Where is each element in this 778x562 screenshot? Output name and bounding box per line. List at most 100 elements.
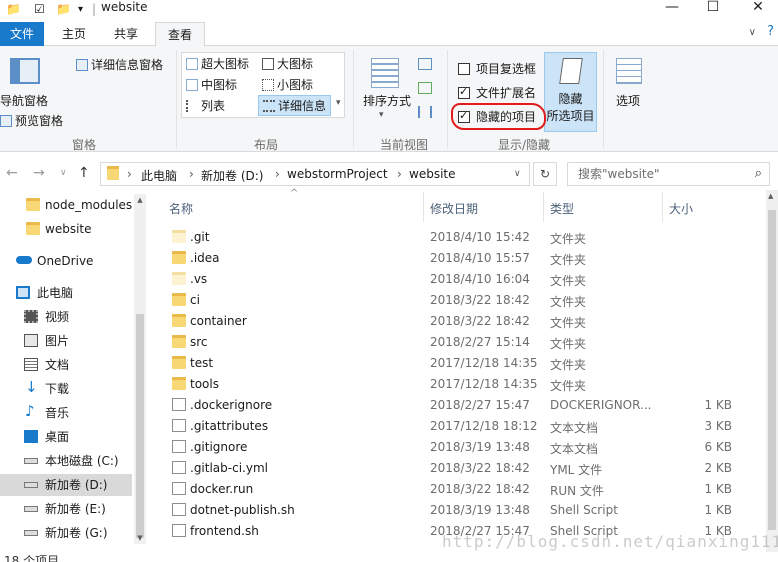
layout-details[interactable]: 详细信息: [258, 95, 332, 116]
nav-item-website[interactable]: website: [0, 218, 132, 240]
nav-item-downloads[interactable]: ↓ 下载: [0, 378, 132, 400]
search-box[interactable]: ⌕: [567, 162, 770, 186]
scroll-up-icon[interactable]: ▲: [768, 192, 773, 200]
layout-medium-icons[interactable]: 中图标: [186, 76, 237, 93]
file-list-scrollbar[interactable]: ▲: [766, 190, 778, 552]
file-name: docker.run: [190, 482, 254, 496]
column-divider[interactable]: [543, 192, 544, 222]
table-row[interactable]: .gitattributes 2017/12/18 18:12 文本文档 3 KB: [162, 416, 762, 437]
item-checkboxes-toggle[interactable]: 项目复选框: [458, 60, 536, 77]
tab-file[interactable]: 文件: [0, 22, 44, 46]
table-row[interactable]: .dockerignore 2018/2/27 15:47 DOCKERIGNOR.…: [162, 395, 762, 416]
breadcrumb-webstormproject[interactable]: webstormProject: [287, 167, 388, 181]
nav-item-desktop[interactable]: 桌面: [0, 426, 132, 448]
item-checkboxes-checkbox[interactable]: [458, 63, 470, 75]
properties-icon[interactable]: ☑: [34, 2, 45, 16]
file-list: ^ 名称 修改日期 类型 大小 .git 2018/4/10 15:42 文件夹 .i…: [162, 188, 766, 552]
add-columns-icon[interactable]: [418, 82, 432, 94]
nav-item-videos[interactable]: 视频: [0, 306, 132, 328]
customize-quick-access-icon[interactable]: ▾: [78, 4, 83, 15]
layout-small-icons[interactable]: 小图标: [262, 76, 313, 93]
table-row[interactable]: .git 2018/4/10 15:42 文件夹: [162, 227, 762, 248]
sort-by-button[interactable]: 排序方式: [363, 92, 411, 109]
layout-large-icons[interactable]: 大图标: [262, 55, 313, 72]
list-icon: [186, 100, 198, 112]
table-row[interactable]: tools 2017/12/18 14:35 文件夹: [162, 374, 762, 395]
table-row[interactable]: src 2018/2/27 15:14 文件夹: [162, 332, 762, 353]
scroll-up-icon[interactable]: ▲: [134, 196, 146, 204]
column-divider[interactable]: [423, 192, 424, 222]
nav-item-drive-g[interactable]: 新加卷 (G:): [0, 522, 132, 544]
nav-item-pictures[interactable]: 图片: [0, 330, 132, 352]
refresh-button[interactable]: ↻: [533, 162, 557, 186]
scrollbar-thumb[interactable]: [136, 314, 144, 538]
preview-pane-button[interactable]: 预览窗格: [0, 112, 63, 129]
chevron-down-icon[interactable]: ∨: [749, 27, 756, 38]
scrollbar-thumb[interactable]: [768, 210, 776, 530]
back-icon[interactable]: ←: [6, 165, 18, 181]
breadcrumb-website[interactable]: website: [409, 167, 456, 181]
nav-item-drive-c[interactable]: 本地磁盘 (C:): [0, 450, 132, 472]
column-header-size[interactable]: 大小: [669, 200, 693, 217]
tab-share[interactable]: 共享: [104, 22, 148, 46]
column-divider[interactable]: [662, 192, 663, 222]
up-icon[interactable]: ↑: [78, 165, 90, 181]
file-name: frontend.sh: [190, 524, 259, 538]
file-extensions-checkbox[interactable]: [458, 85, 470, 99]
address-bar[interactable]: › 此电脑 › 新加卷 (D:) › webstormProject › web…: [100, 162, 530, 186]
tab-home[interactable]: 主页: [52, 22, 96, 46]
file-icon: [172, 482, 186, 495]
nav-item-this-pc[interactable]: 此电脑: [0, 282, 132, 304]
nav-item-node-modules[interactable]: node_modules: [0, 194, 132, 216]
nav-pane-icon[interactable]: [10, 58, 40, 84]
layout-scroll-icon[interactable]: ▾: [336, 98, 341, 108]
address-dropdown-icon[interactable]: ∨: [514, 169, 521, 179]
options-button[interactable]: 选项: [616, 92, 640, 109]
table-row[interactable]: ci 2018/3/22 18:42 文件夹: [162, 290, 762, 311]
new-folder-icon[interactable]: 📁: [56, 2, 71, 16]
nav-pane-scrollbar[interactable]: ▲ ▼: [134, 194, 146, 544]
table-row[interactable]: container 2018/3/22 18:42 文件夹: [162, 311, 762, 332]
maximize-button[interactable]: ☐: [693, 0, 733, 20]
scroll-down-icon[interactable]: ▼: [134, 534, 146, 542]
search-input[interactable]: [578, 163, 748, 185]
table-row[interactable]: .idea 2018/4/10 15:57 文件夹: [162, 248, 762, 269]
nav-item-documents[interactable]: 文档: [0, 354, 132, 376]
layout-item-label: 小图标: [277, 78, 314, 92]
column-header-date[interactable]: 修改日期: [430, 200, 478, 217]
layout-list[interactable]: 列表: [186, 97, 225, 114]
table-row[interactable]: .gitlab-ci.yml 2018/3/22 18:42 YML 文件 2 KB: [162, 458, 762, 479]
options-icon[interactable]: [616, 58, 642, 84]
nav-item-music[interactable]: ♪ 音乐: [0, 402, 132, 424]
table-row[interactable]: dotnet-publish.sh 2018/3/19 13:48 Shell Sc…: [162, 500, 762, 521]
breadcrumb-drive-d[interactable]: 新加卷 (D:): [201, 167, 263, 184]
column-header-name[interactable]: 名称: [169, 200, 193, 217]
recent-locations-icon[interactable]: ∨: [60, 168, 67, 178]
close-button[interactable]: ✕: [738, 0, 778, 20]
tab-view[interactable]: 查看: [155, 22, 205, 47]
help-icon[interactable]: ?: [767, 24, 774, 39]
forward-icon[interactable]: →: [33, 165, 45, 181]
table-row[interactable]: .vs 2018/4/10 16:04 文件夹: [162, 269, 762, 290]
column-header-type[interactable]: 类型: [550, 200, 574, 217]
sort-by-icon[interactable]: [371, 58, 399, 88]
table-row[interactable]: docker.run 2018/3/22 18:42 RUN 文件 1 KB: [162, 479, 762, 500]
search-icon[interactable]: ⌕: [755, 166, 762, 181]
minimize-button[interactable]: —: [652, 0, 692, 20]
layout-extra-large-icons[interactable]: 超大图标: [186, 55, 249, 72]
medium-icons-icon: [186, 79, 198, 91]
size-columns-icon[interactable]: [418, 106, 432, 118]
breadcrumb-this-pc[interactable]: 此电脑: [141, 167, 177, 184]
file-extensions-toggle[interactable]: 文件扩展名: [458, 84, 536, 101]
nav-item-label: 下载: [45, 382, 70, 396]
hide-selected-items-button[interactable]: 隐藏 所选项目: [544, 52, 597, 132]
table-row[interactable]: test 2017/12/18 14:35 文件夹: [162, 353, 762, 374]
table-row[interactable]: .gitignore 2018/3/19 13:48 文本文档 6 KB: [162, 437, 762, 458]
group-by-icon[interactable]: [418, 58, 432, 70]
nav-item-onedrive[interactable]: OneDrive: [0, 250, 132, 272]
file-date: 2018/4/10 16:04: [430, 272, 530, 286]
nav-pane-button[interactable]: 导航窗格: [0, 92, 48, 109]
nav-item-drive-d[interactable]: 新加卷 (D:): [0, 474, 132, 496]
details-pane-button[interactable]: 详细信息窗格: [76, 56, 163, 73]
nav-item-drive-e[interactable]: 新加卷 (E:): [0, 498, 132, 520]
